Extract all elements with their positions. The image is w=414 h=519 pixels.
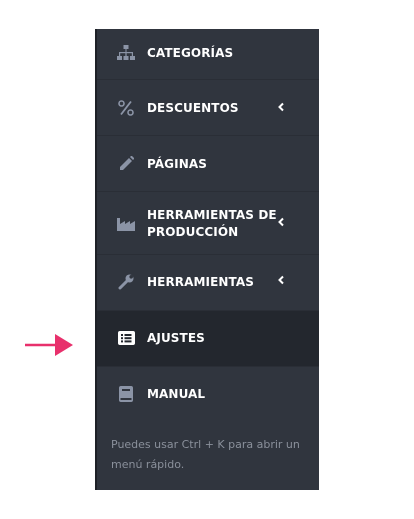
menu-item-manual[interactable]: MANUAL	[97, 367, 319, 423]
chevron-left-icon	[278, 217, 284, 227]
sitemap-icon	[117, 44, 135, 62]
arrow-right-icon	[25, 334, 73, 356]
menu-item-label: CATEGORÍAS	[147, 46, 234, 60]
menu-item-label: DESCUENTOS	[147, 101, 239, 115]
menu-item-label: PÁGINAS	[147, 157, 207, 171]
quick-menu-hint: Puedes usar Ctrl + K para abrir un menú …	[111, 438, 300, 471]
list-icon	[117, 329, 135, 347]
menu-item-label: HERRAMIENTAS	[147, 275, 255, 289]
menu-item-herramientas-produccion[interactable]: HERRAMIENTAS DE PRODUCCIÓN	[97, 192, 319, 255]
wrench-icon	[117, 273, 135, 291]
menu-item-label: HERRAMIENTAS DE PRODUCCIÓN	[147, 208, 277, 239]
factory-icon	[117, 215, 135, 233]
chevron-left-icon	[278, 275, 284, 285]
chevron-left-icon	[278, 102, 284, 112]
menu-item-label: MANUAL	[147, 387, 206, 401]
pencil-icon	[117, 155, 135, 173]
percent-icon	[117, 99, 135, 117]
sidebar-menu: CATEGORÍAS DESCUENTOS PÁGINAS HERRAMIENT…	[95, 29, 319, 490]
menu-item-herramientas[interactable]: HERRAMIENTAS	[97, 255, 319, 311]
menu-item-paginas[interactable]: PÁGINAS	[97, 136, 319, 192]
book-icon	[117, 385, 135, 403]
menu-item-ajustes[interactable]: AJUSTES	[97, 311, 319, 367]
menu-item-label: AJUSTES	[147, 331, 205, 345]
menu-item-categorias[interactable]: CATEGORÍAS	[97, 29, 319, 80]
menu-item-descuentos[interactable]: DESCUENTOS	[97, 80, 319, 136]
